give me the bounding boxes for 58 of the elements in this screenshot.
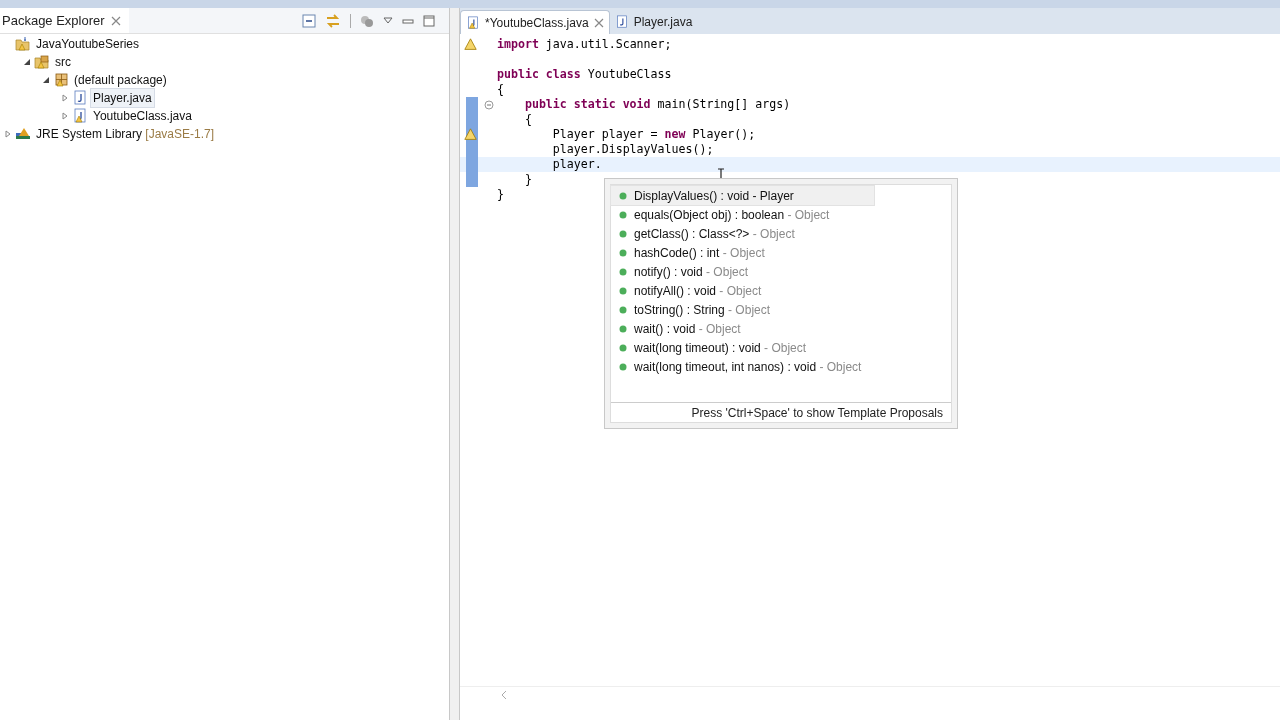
dropdown-icon[interactable] xyxy=(383,16,393,25)
tree-item[interactable]: (default package) xyxy=(72,71,169,89)
collapse-all-icon[interactable] xyxy=(302,13,316,28)
maximize-icon[interactable] xyxy=(423,14,435,27)
tree-item[interactable]: JavaYoutubeSeries xyxy=(34,35,141,53)
collapsed-arrow-icon[interactable] xyxy=(61,112,69,120)
method-icon xyxy=(619,286,627,295)
expanded-arrow-icon[interactable] xyxy=(23,58,31,66)
proposal-item[interactable]: wait(long timeout, int nanos) : void - Object xyxy=(611,357,942,376)
code-line: } xyxy=(497,187,504,202)
tree-item[interactable]: src xyxy=(53,53,73,71)
collapsed-arrow-icon[interactable] xyxy=(4,130,12,138)
package-folder-icon xyxy=(34,54,50,70)
method-icon xyxy=(619,343,627,352)
method-icon xyxy=(619,191,627,200)
code-line: player. xyxy=(551,157,602,172)
package-icon xyxy=(53,72,69,88)
library-books-icon xyxy=(15,126,31,142)
proposal-item[interactable]: wait() : void - Object xyxy=(611,319,821,338)
proposal-item[interactable]: notifyAll() : void - Object xyxy=(611,281,842,300)
code-line: } xyxy=(523,172,532,187)
scroll-left-icon[interactable] xyxy=(500,689,508,700)
method-icon xyxy=(619,305,627,314)
code-line: import java.util.Scanner; xyxy=(497,37,672,52)
tree-item[interactable]: Player.java xyxy=(91,89,154,107)
editor-tab[interactable]: *YoutubeClass.java xyxy=(460,10,610,34)
editor-tab[interactable]: Player.java xyxy=(609,10,698,34)
view-tab[interactable]: Package Explorer xyxy=(0,8,129,33)
proposal-item[interactable]: toString() : String - Object xyxy=(611,300,851,319)
fold-minus-icon[interactable] xyxy=(483,99,494,110)
popup-footer-hint: Press 'Ctrl+Space' to show Template Proposals xyxy=(691,404,943,422)
code-line: public static void main(String[] args) xyxy=(523,97,791,112)
proposal-item[interactable]: getClass() : Class<?> - Object xyxy=(611,224,875,243)
proposal-item[interactable]: DisplayValues() : void - Player xyxy=(611,186,874,205)
code-line: Player player = new Player(); xyxy=(551,127,756,142)
code-line: { xyxy=(497,82,504,97)
method-icon xyxy=(619,210,627,219)
tree-item[interactable]: JRE System Library [JavaSE-1.7] xyxy=(34,125,217,143)
method-icon xyxy=(619,229,627,238)
code-line: { xyxy=(523,112,532,127)
method-icon xyxy=(619,324,627,333)
proposal-item[interactable]: equals(Object obj) : boolean - Object xyxy=(611,205,910,224)
close-icon[interactable] xyxy=(593,17,604,28)
method-icon xyxy=(619,267,627,276)
gear-group-icon[interactable] xyxy=(360,13,374,28)
method-icon xyxy=(619,248,627,257)
collapsed-arrow-icon[interactable] xyxy=(61,94,69,102)
method-icon xyxy=(619,362,627,371)
proposal-item[interactable]: wait(long timeout) : void - Object xyxy=(611,338,887,357)
proposal-item[interactable]: notify() : void - Object xyxy=(611,262,829,281)
close-icon[interactable] xyxy=(110,15,121,26)
project-folder-icon xyxy=(15,36,31,52)
proposal-item[interactable]: hashCode() : int - Object xyxy=(611,243,845,262)
expanded-arrow-icon[interactable] xyxy=(42,76,50,84)
code-line: public class YoutubeClass xyxy=(497,67,672,82)
tree-item[interactable]: YoutubeClass.java xyxy=(91,107,194,125)
link-arrows-icon[interactable] xyxy=(325,13,341,28)
code-line: player.DisplayValues(); xyxy=(551,142,714,157)
